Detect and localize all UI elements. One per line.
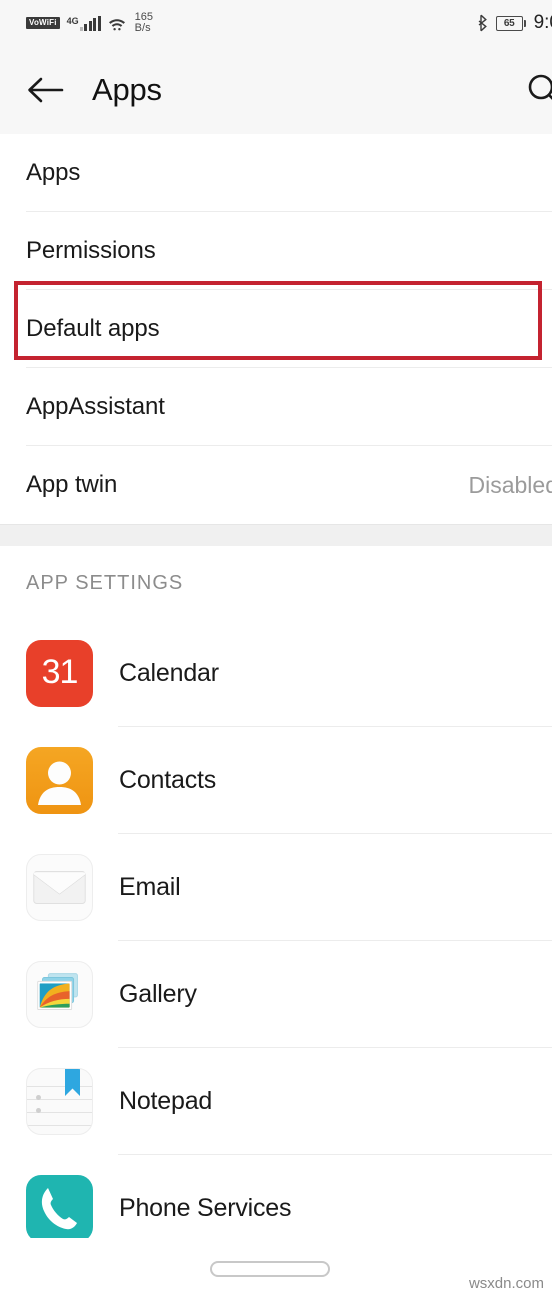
notepad-icon [26, 1068, 93, 1135]
app-row-calendar[interactable]: 31 Calendar [0, 620, 552, 727]
app-row-notepad[interactable]: Notepad [0, 1048, 552, 1155]
app-name: Notepad [119, 1087, 213, 1115]
app-row-contacts[interactable]: Contacts [0, 727, 552, 834]
data-speed-indicator: 165 B/s [134, 11, 154, 34]
app-name: Contacts [119, 766, 217, 794]
status-bar-left: VoWiFi 4G 165 B/s [26, 12, 153, 34]
app-bar: Apps [0, 46, 552, 134]
gallery-icon [26, 961, 93, 1028]
phone-screen: VoWiFi 4G 165 B/s 65 9: Apps Apps Permis… [0, 0, 552, 1300]
status-bar-clock: 9:0 [533, 12, 552, 33]
app-name: Email [119, 873, 181, 901]
gesture-pill[interactable] [210, 1261, 330, 1277]
settings-row-label: Default apps [26, 315, 160, 342]
settings-row-label: Apps [26, 159, 81, 186]
signal-bars-icon [79, 15, 101, 31]
app-name: Calendar [119, 659, 219, 687]
status-bar: VoWiFi 4G 165 B/s 65 9: [0, 0, 552, 46]
watermark: wsxdn.com [468, 1275, 544, 1292]
app-row-email[interactable]: Email [0, 834, 552, 941]
status-bar-right: 65 9:0 [476, 0, 552, 46]
settings-row-label: Permissions [26, 237, 156, 264]
battery-level-text: 65 [495, 15, 523, 31]
calendar-icon: 31 [26, 640, 93, 707]
cellular-signal-icon: 4G [67, 15, 101, 31]
bluetooth-icon [476, 14, 488, 32]
app-row-gallery[interactable]: Gallery [0, 941, 552, 1048]
contacts-icon [26, 747, 93, 814]
settings-list: Apps Permissions Default apps AppAssista… [0, 134, 552, 524]
settings-row-appassistant[interactable]: AppAssistant [0, 368, 552, 446]
volte-badge: VoWiFi [26, 17, 60, 29]
settings-row-permissions[interactable]: Permissions [0, 212, 552, 290]
section-title-app-settings: APP SETTINGS [26, 571, 184, 594]
search-icon[interactable] [522, 68, 552, 112]
settings-row-value: Disabled [468, 471, 552, 498]
app-name: Phone Services [119, 1194, 292, 1222]
calendar-icon-day: 31 [41, 653, 79, 691]
notepad-bookmark-ribbon [65, 1069, 80, 1096]
app-settings-list: 31 Calendar Contacts Email Gallery Notep… [0, 620, 552, 1262]
section-separator-band [0, 524, 552, 546]
phone-icon [26, 1175, 93, 1242]
email-icon [26, 854, 93, 921]
settings-row-label: AppAssistant [26, 393, 165, 420]
settings-row-app-twin[interactable]: App twin Disabled [0, 446, 552, 524]
back-arrow-icon[interactable] [26, 70, 66, 110]
wifi-icon [108, 16, 126, 31]
page-title: Apps [92, 72, 162, 107]
battery-cap [523, 19, 526, 27]
settings-row-label: App twin [26, 471, 118, 498]
app-name: Gallery [119, 980, 197, 1008]
battery-indicator: 65 [495, 15, 526, 31]
settings-row-apps[interactable]: Apps [0, 134, 552, 212]
settings-row-default-apps[interactable]: Default apps [0, 290, 552, 368]
